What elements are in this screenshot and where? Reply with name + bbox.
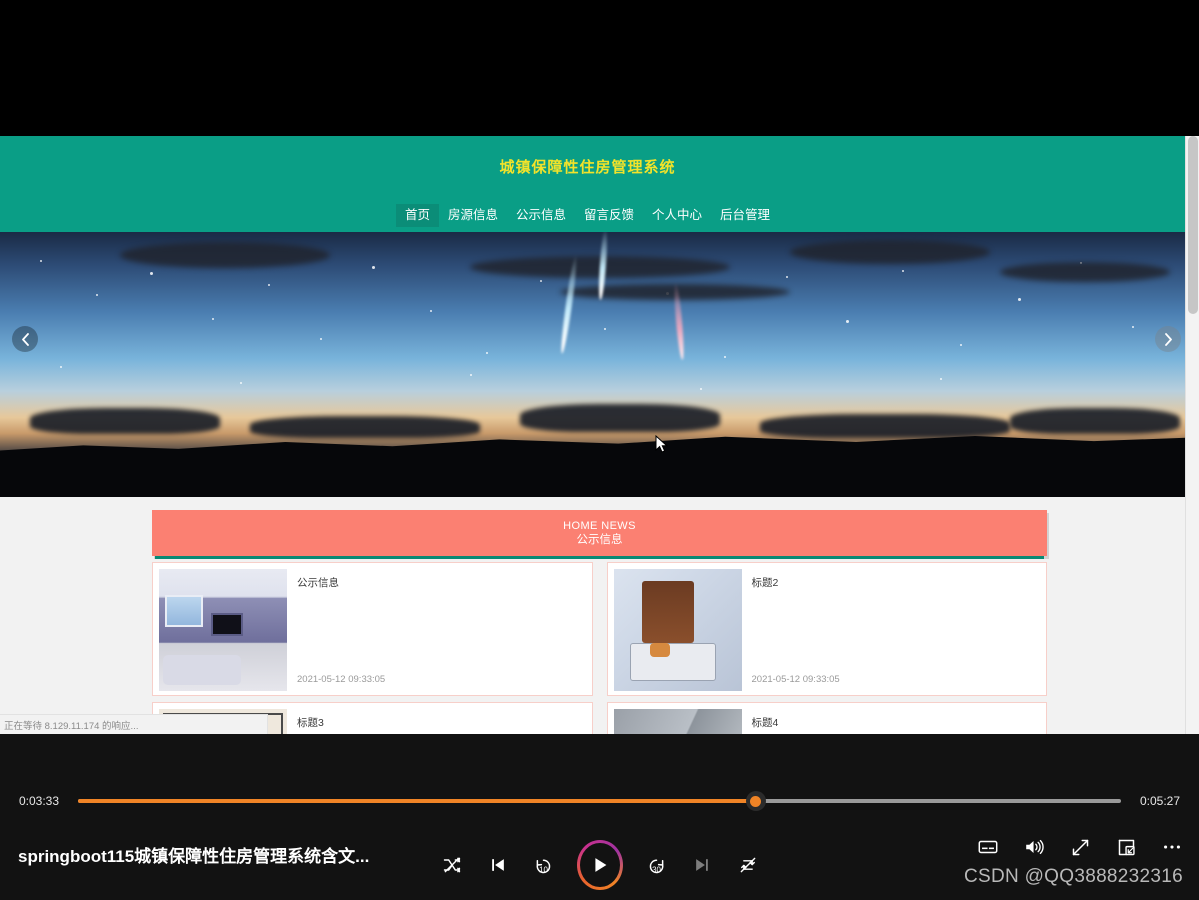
news-card-date: 2021-05-12 09:33:05 bbox=[297, 674, 386, 685]
csdn-watermark: CSDN @QQ3888232316 bbox=[963, 866, 1183, 887]
video-title: springboot115城镇保障性住房管理系统含文... bbox=[18, 847, 370, 866]
site-header: 城镇保障性住房管理系统 首页 房源信息 公示信息 留言反馈 个人中心 后台管理 bbox=[0, 136, 1199, 232]
news-card-title: 标题4 bbox=[751, 717, 779, 729]
nav-item-home[interactable]: 首页 bbox=[395, 204, 439, 227]
news-card-title: 标题2 bbox=[751, 577, 779, 589]
nav-item-feedback[interactable]: 留言反馈 bbox=[575, 204, 643, 227]
news-card-body: 标题3 bbox=[287, 709, 586, 734]
next-track-icon bbox=[696, 859, 709, 871]
carousel-next-button[interactable] bbox=[1155, 326, 1181, 352]
page-scrollbar[interactable] bbox=[1185, 136, 1199, 734]
news-banner-wrapper: HOME NEWS 公示信息 bbox=[152, 510, 1047, 556]
pillow-shape bbox=[649, 643, 670, 657]
play-button[interactable] bbox=[577, 840, 623, 890]
scrollbar-thumb[interactable] bbox=[1188, 136, 1198, 314]
next-track-button[interactable] bbox=[691, 852, 715, 878]
miniplayer-button[interactable] bbox=[1113, 834, 1139, 860]
news-card-body: 公示信息 2021-05-12 09:33:05 bbox=[287, 569, 586, 689]
rewind-10-button[interactable]: 10 bbox=[531, 852, 555, 878]
svg-text:10: 10 bbox=[539, 865, 548, 874]
news-card-title: 标题3 bbox=[297, 717, 324, 729]
captured-webpage: 城镇保障性住房管理系统 首页 房源信息 公示信息 留言反馈 个人中心 后台管理 bbox=[0, 136, 1199, 734]
carousel-prev-button[interactable] bbox=[12, 326, 38, 352]
nav-item-profile[interactable]: 个人中心 bbox=[643, 204, 711, 227]
repeat-off-icon bbox=[740, 857, 756, 873]
news-card[interactable]: 标题4 bbox=[606, 702, 1047, 734]
picture-in-picture-icon bbox=[1118, 839, 1135, 855]
mouse-cursor-icon bbox=[655, 435, 668, 453]
nav-item-housing[interactable]: 房源信息 bbox=[439, 204, 507, 227]
news-thumbnail bbox=[613, 569, 742, 691]
forward-30-icon: 30 bbox=[649, 859, 664, 874]
subtitles-icon bbox=[978, 840, 998, 854]
news-thumbnail bbox=[613, 709, 742, 734]
headboard-shape bbox=[641, 581, 694, 643]
current-time: 0:03:33 bbox=[18, 794, 60, 808]
previous-track-icon bbox=[491, 859, 504, 871]
fullscreen-icon bbox=[1072, 839, 1088, 855]
bed-shape bbox=[629, 643, 716, 681]
livingroom-image bbox=[159, 569, 287, 691]
forward-30-button[interactable]: 30 bbox=[645, 852, 669, 878]
bedroom-image bbox=[613, 569, 742, 691]
total-time: 0:05:27 bbox=[1139, 794, 1181, 808]
hero-carousel[interactable] bbox=[0, 232, 1189, 497]
news-card-body: 标题4 bbox=[742, 709, 1041, 734]
more-options-icon bbox=[1164, 845, 1180, 849]
shuffle-button[interactable] bbox=[440, 852, 464, 878]
more-options-button[interactable] bbox=[1159, 834, 1185, 860]
transport-controls: 10 30 bbox=[440, 830, 760, 900]
volume-button[interactable] bbox=[1021, 834, 1047, 860]
subtitles-button[interactable] bbox=[975, 834, 1001, 860]
news-banner-underline bbox=[155, 556, 1044, 559]
nav-item-admin[interactable]: 后台管理 bbox=[711, 204, 779, 227]
news-card-title: 公示信息 bbox=[297, 577, 339, 589]
nav-item-notices[interactable]: 公示信息 bbox=[507, 204, 575, 227]
news-card-grid: 公示信息 2021-05-12 09:33:05 标题2 2021-05-12 … bbox=[152, 562, 1047, 734]
gray-image bbox=[613, 709, 742, 734]
news-thumbnail bbox=[159, 569, 287, 691]
shuffle-off-icon bbox=[443, 857, 461, 873]
volume-icon bbox=[1026, 839, 1044, 855]
rewind-10-icon: 10 bbox=[536, 859, 551, 874]
play-icon bbox=[595, 858, 607, 872]
news-section: HOME NEWS 公示信息 公示信息 2021-05-12 09:33:05 bbox=[0, 497, 1199, 734]
chevron-left-icon bbox=[21, 332, 29, 346]
progress-row: 0:03:33 0:05:27 bbox=[0, 786, 1199, 816]
news-banner: HOME NEWS 公示信息 bbox=[152, 510, 1047, 556]
news-banner-cn: 公示信息 bbox=[576, 533, 623, 546]
seek-handle[interactable] bbox=[745, 791, 766, 811]
page-title: 城镇保障性住房管理系统 bbox=[499, 159, 676, 176]
video-letterbox-top bbox=[0, 0, 1199, 136]
news-card-date: 2021-05-12 09:33:05 bbox=[751, 674, 840, 685]
fullscreen-button[interactable] bbox=[1067, 834, 1093, 860]
svg-text:30: 30 bbox=[652, 865, 661, 874]
news-card[interactable]: 标题2 2021-05-12 09:33:05 bbox=[606, 562, 1047, 696]
previous-track-button[interactable] bbox=[486, 852, 510, 878]
main-navigation: 首页 房源信息 公示信息 留言反馈 个人中心 后台管理 bbox=[0, 204, 1175, 227]
news-banner-en: HOME NEWS bbox=[563, 519, 636, 532]
news-card-body: 标题2 2021-05-12 09:33:05 bbox=[742, 569, 1041, 689]
screenshot-root: 城镇保障性住房管理系统 首页 房源信息 公示信息 留言反馈 个人中心 后台管理 bbox=[0, 0, 1199, 900]
player-right-controls bbox=[975, 834, 1185, 860]
seek-bar[interactable] bbox=[78, 790, 1121, 812]
browser-status-bar: 正在等待 8.129.11.174 的响应... bbox=[0, 714, 268, 734]
controls-row: springboot115城镇保障性住房管理系统含文... 10 30 CSDN… bbox=[0, 830, 1199, 900]
chevron-right-icon bbox=[1164, 332, 1172, 346]
news-card[interactable]: 公示信息 2021-05-12 09:33:05 bbox=[152, 562, 593, 696]
video-player-chrome: 0:03:33 0:05:27 springboot115城镇保障性住房管理系统… bbox=[0, 734, 1199, 900]
seek-progress-fill bbox=[78, 799, 756, 803]
sofa-shape bbox=[163, 655, 241, 685]
repeat-button[interactable] bbox=[736, 852, 760, 878]
